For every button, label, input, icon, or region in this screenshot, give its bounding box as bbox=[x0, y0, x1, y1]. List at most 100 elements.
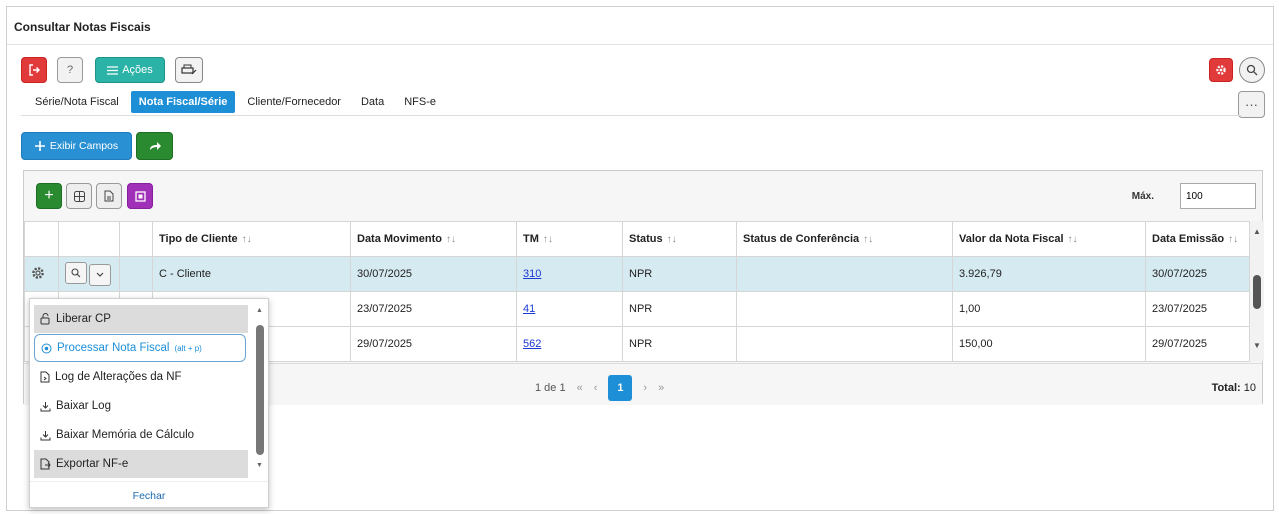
tab-serie-nota[interactable]: Série/Nota Fiscal bbox=[27, 91, 127, 113]
close-menu-button[interactable]: Fechar bbox=[30, 490, 268, 502]
cell-valor: 1,00 bbox=[952, 291, 1146, 327]
download-icon bbox=[40, 430, 51, 441]
max-input[interactable] bbox=[1180, 183, 1256, 209]
first-page-button[interactable]: « bbox=[577, 382, 583, 394]
row-settings-cell[interactable] bbox=[24, 256, 59, 292]
table-row[interactable]: C - Cliente 30/07/2025 310 NPR 3.926,79 … bbox=[24, 256, 1250, 292]
header-status[interactable]: Status ↑↓ bbox=[622, 221, 737, 257]
add-button[interactable]: + bbox=[36, 183, 62, 209]
tm-link[interactable]: 562 bbox=[523, 338, 541, 350]
sort-icon: ↑↓ bbox=[666, 234, 677, 245]
tab-nfse[interactable]: NFS-e bbox=[396, 91, 444, 113]
last-page-button[interactable]: » bbox=[658, 382, 664, 394]
export-grid-button[interactable] bbox=[127, 183, 153, 209]
header-valor-nota[interactable]: Valor da Nota Fiscal ↑↓ bbox=[952, 221, 1146, 257]
header-label: TM bbox=[523, 233, 539, 245]
share-button[interactable] bbox=[136, 132, 173, 160]
row-actions-menu: Liberar CP Processar Nota Fiscal (alt + … bbox=[29, 298, 269, 508]
header-tipo-cliente[interactable]: Tipo de Cliente ↑↓ bbox=[152, 221, 351, 257]
table-header: Tipo de Cliente ↑↓ Data Movimento ↑↓ TM ↑↓ … bbox=[24, 221, 1250, 257]
settings-button[interactable] bbox=[1209, 58, 1233, 82]
header-blank bbox=[24, 221, 59, 257]
menu-item-label: Processar Nota Fiscal bbox=[57, 342, 170, 354]
search-icon bbox=[1246, 64, 1258, 76]
help-button[interactable]: ? bbox=[57, 57, 83, 83]
total-count: Total: 10 bbox=[1212, 382, 1256, 394]
scrollbar-thumb[interactable] bbox=[1253, 275, 1261, 309]
logout-icon bbox=[28, 64, 40, 76]
more-options-button[interactable]: ··· bbox=[1238, 91, 1265, 118]
cell-status-conferencia bbox=[736, 291, 953, 327]
tab-cliente-fornecedor[interactable]: Cliente/Fornecedor bbox=[239, 91, 349, 113]
cell-valor: 150,00 bbox=[952, 326, 1146, 362]
tm-link[interactable]: 310 bbox=[523, 268, 541, 280]
next-page-button[interactable]: › bbox=[643, 382, 647, 394]
header-data-movimento[interactable]: Data Movimento ↑↓ bbox=[350, 221, 517, 257]
document-button[interactable] bbox=[96, 183, 122, 209]
cell-status: NPR bbox=[622, 256, 737, 292]
cell-tm: 310 bbox=[516, 256, 623, 292]
scroll-down-icon[interactable]: ▼ bbox=[1253, 341, 1261, 350]
row-expand-button[interactable] bbox=[89, 264, 111, 286]
menu-lines-icon bbox=[107, 65, 119, 75]
total-value: 10 bbox=[1243, 382, 1256, 394]
header-data-emissao[interactable]: Data Emissão ↑↓ bbox=[1145, 221, 1250, 257]
grid-view-button[interactable] bbox=[66, 183, 92, 209]
table-scrollbar[interactable]: ▲ ▼ bbox=[1250, 221, 1264, 361]
menu-scrollbar-thumb[interactable] bbox=[256, 325, 264, 455]
header-status-conferencia[interactable]: Status de Conferência ↑↓ bbox=[736, 221, 953, 257]
menu-item-exportar-nfe[interactable]: Exportar NF-e bbox=[34, 450, 248, 478]
printer-icon bbox=[181, 64, 197, 76]
cell-valor: 3.926,79 bbox=[952, 256, 1146, 292]
menu-item-baixar-memoria[interactable]: Baixar Memória de Cálculo bbox=[34, 421, 248, 449]
header-tm[interactable]: TM ↑↓ bbox=[516, 221, 623, 257]
exibir-campos-button[interactable]: Exibir Campos bbox=[21, 132, 132, 160]
cell-tm: 41 bbox=[516, 291, 623, 327]
menu-item-log-alteracoes[interactable]: Log de Alterações da NF bbox=[34, 363, 248, 391]
scroll-down-icon[interactable]: ▼ bbox=[256, 462, 263, 469]
cell-data-emissao: 29/07/2025 bbox=[1145, 326, 1250, 362]
header-label: Status de Conferência bbox=[743, 233, 860, 245]
gear-icon[interactable] bbox=[31, 266, 45, 280]
sort-icon: ↑↓ bbox=[1067, 234, 1078, 245]
acoes-label: Ações bbox=[122, 64, 153, 76]
scroll-up-icon[interactable]: ▲ bbox=[256, 307, 263, 314]
header-label: Status bbox=[629, 233, 663, 245]
current-page-button[interactable]: 1 bbox=[608, 375, 633, 401]
menu-item-liberar-cp[interactable]: Liberar CP bbox=[34, 305, 248, 333]
cell-status: NPR bbox=[622, 291, 737, 327]
exit-button[interactable] bbox=[21, 57, 47, 83]
print-button[interactable] bbox=[175, 57, 203, 83]
prev-page-button[interactable]: ‹ bbox=[594, 382, 598, 394]
tab-nota-serie[interactable]: Nota Fiscal/Série bbox=[130, 91, 236, 113]
cell-data-movimento: 23/07/2025 bbox=[350, 291, 517, 327]
grid-icon bbox=[73, 190, 85, 202]
menu-item-processar-nf[interactable]: Processar Nota Fiscal (alt + p) bbox=[34, 334, 246, 362]
plus-icon: + bbox=[44, 187, 54, 204]
gear-icon bbox=[1215, 64, 1227, 76]
tabs-divider bbox=[21, 115, 1241, 116]
row-actions-cell bbox=[58, 256, 120, 292]
header-blank bbox=[58, 221, 120, 257]
scroll-up-icon[interactable]: ▲ bbox=[1253, 227, 1261, 236]
header-label: Data Movimento bbox=[357, 233, 442, 245]
more-label: ··· bbox=[1245, 97, 1258, 112]
exibir-campos-label: Exibir Campos bbox=[49, 140, 119, 152]
cell-data-movimento: 30/07/2025 bbox=[350, 256, 517, 292]
row-search-button[interactable] bbox=[65, 262, 87, 284]
search-button[interactable] bbox=[1239, 57, 1265, 83]
help-label: ? bbox=[66, 64, 74, 76]
sort-icon: ↑↓ bbox=[1228, 234, 1239, 245]
cell-data-emissao: 30/07/2025 bbox=[1145, 256, 1250, 292]
sort-icon: ↑↓ bbox=[542, 234, 553, 245]
tm-link[interactable]: 41 bbox=[523, 303, 535, 315]
page-info: 1 de 1 bbox=[535, 382, 566, 394]
header-label: Valor da Nota Fiscal bbox=[959, 233, 1064, 245]
tab-data[interactable]: Data bbox=[353, 91, 392, 113]
menu-item-baixar-log[interactable]: Baixar Log bbox=[34, 392, 248, 420]
menu-scrollbar[interactable]: ▲ ▼ bbox=[254, 307, 266, 473]
acoes-button[interactable]: Ações bbox=[95, 57, 165, 83]
sort-icon: ↑↓ bbox=[241, 234, 252, 245]
menu-item-shortcut: (alt + p) bbox=[174, 343, 202, 353]
max-label: Máx. bbox=[1131, 191, 1154, 202]
